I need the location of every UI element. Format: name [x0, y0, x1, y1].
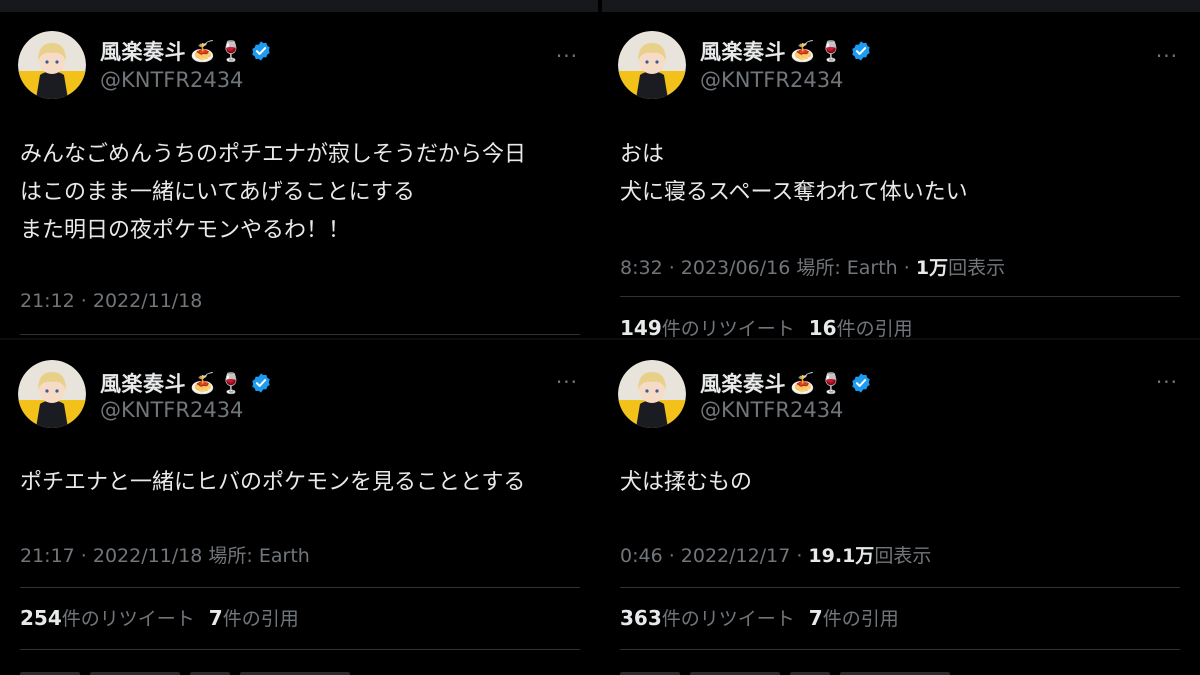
display-name[interactable]: 風楽奏斗 — [100, 36, 186, 66]
user-handle[interactable]: @KNTFR2434 — [700, 398, 843, 422]
tweet-text: 犬は揉むもの — [620, 470, 753, 495]
tweet-card-3[interactable]: 風楽奏斗 🍝 🍷 @KNTFR2434 ··· ポチエナと一緒にヒバのポケモンを… — [0, 340, 600, 675]
more-options-icon[interactable]: ··· — [556, 44, 578, 68]
user-handle[interactable]: @KNTFR2434 — [700, 68, 843, 92]
retweet-count[interactable]: 149 — [620, 316, 662, 340]
panel-divider-horizontal — [0, 338, 1200, 340]
tweet-timestamp[interactable]: 21:12 · 2022/11/18 — [20, 290, 202, 312]
tweet-timestamp[interactable]: 21:17 · 2022/11/18 場所: Earth — [20, 541, 310, 568]
verified-badge-icon[interactable] — [848, 372, 872, 394]
wine-glass-emoji: 🍷 — [818, 371, 844, 395]
retweet-count[interactable]: 363 — [620, 606, 662, 630]
tweet-card-1[interactable]: 風楽奏斗 🍝 🍷 @KNTFR2434 ··· みんなごめんうちのポチエナが寂し… — [0, 12, 600, 342]
wine-glass-emoji: 🍷 — [818, 39, 844, 63]
divider — [620, 649, 1180, 650]
display-name[interactable]: 風楽奏斗 — [100, 368, 186, 398]
display-name[interactable]: 風楽奏斗 — [700, 368, 786, 398]
author-name-row[interactable]: 風楽奏斗 🍝 🍷 — [100, 368, 272, 398]
wine-glass-emoji: 🍷 — [218, 371, 244, 395]
spaghetti-emoji: 🍝 — [190, 39, 215, 63]
cropped-stats-row — [20, 665, 580, 675]
tweet-text: ポチエナと一緒にヒバのポケモンを見ることとする — [20, 470, 526, 495]
quote-count[interactable]: 16 — [809, 316, 837, 340]
author-name-row[interactable]: 風楽奏斗 🍝 🍷 — [700, 36, 872, 66]
view-count: 19.1万 — [808, 545, 875, 567]
more-options-icon[interactable]: ··· — [556, 370, 578, 394]
cropped-stats-row — [620, 665, 1180, 675]
retweet-label[interactable]: 件のリツイート — [662, 608, 795, 630]
spaghetti-emoji: 🍝 — [790, 371, 815, 395]
verified-badge-icon[interactable] — [248, 372, 272, 394]
view-label: 回表示 — [948, 257, 1006, 279]
quote-label[interactable]: 件の引用 — [223, 608, 299, 630]
spaghetti-emoji: 🍝 — [190, 371, 215, 395]
author-name-row[interactable]: 風楽奏斗 🍝 🍷 — [700, 368, 872, 398]
divider — [620, 296, 1180, 297]
avatar[interactable] — [618, 31, 686, 99]
quote-label[interactable]: 件の引用 — [837, 318, 913, 340]
verified-badge-icon[interactable] — [848, 40, 872, 62]
divider — [20, 587, 580, 588]
tweet-timestamp[interactable]: 8:32 · 2023/06/16 場所: Earth · — [620, 257, 916, 279]
display-name[interactable]: 風楽奏斗 — [700, 36, 786, 66]
more-options-icon[interactable]: ··· — [1156, 370, 1178, 394]
view-label: 回表示 — [874, 545, 932, 567]
tweet-card-4[interactable]: 風楽奏斗 🍝 🍷 @KNTFR2434 ··· 犬は揉むもの 0:46 · 20… — [600, 340, 1200, 675]
more-options-icon[interactable]: ··· — [1156, 44, 1178, 68]
retweet-count[interactable]: 254 — [20, 606, 62, 630]
user-handle[interactable]: @KNTFR2434 — [100, 398, 243, 422]
verified-badge-icon[interactable] — [248, 40, 272, 62]
divider — [20, 334, 580, 335]
tweet-text: おは 犬に寝るスペース奪われて体いたい — [620, 142, 968, 205]
retweet-label[interactable]: 件のリツイート — [62, 608, 195, 630]
user-handle[interactable]: @KNTFR2434 — [100, 68, 243, 92]
avatar[interactable] — [618, 360, 686, 428]
quote-count[interactable]: 7 — [209, 606, 223, 630]
wine-glass-emoji: 🍷 — [218, 39, 244, 63]
engagement-stats: 363件のリツイート 7件の引用 — [620, 604, 899, 631]
tweet-card-2[interactable]: 風楽奏斗 🍝 🍷 @KNTFR2434 ··· おは 犬に寝るスペース奪われて体… — [600, 12, 1200, 342]
avatar[interactable] — [18, 360, 86, 428]
engagement-stats: 254件のリツイート 7件の引用 — [20, 604, 299, 631]
tweet-timestamp[interactable]: 0:46 · 2022/12/17 · — [620, 545, 808, 567]
tweet-text: みんなごめんうちのポチエナが寂しそうだから今日 はこのまま一緒にいてあげることに… — [20, 142, 527, 243]
retweet-label[interactable]: 件のリツイート — [662, 318, 795, 340]
tweet-meta: 8:32 · 2023/06/16 場所: Earth · 1万回表示 — [620, 253, 1005, 280]
quote-label[interactable]: 件の引用 — [823, 608, 899, 630]
spaghetti-emoji: 🍝 — [790, 39, 815, 63]
tweet-meta: 0:46 · 2022/12/17 · 19.1万回表示 — [620, 541, 931, 568]
avatar[interactable] — [18, 31, 86, 99]
engagement-stats: 149件のリツイート 16件の引用 — [620, 314, 913, 341]
divider — [620, 587, 1180, 588]
view-count: 1万 — [915, 257, 949, 279]
quote-count[interactable]: 7 — [809, 606, 823, 630]
author-name-row[interactable]: 風楽奏斗 🍝 🍷 — [100, 36, 272, 66]
divider — [20, 649, 580, 650]
